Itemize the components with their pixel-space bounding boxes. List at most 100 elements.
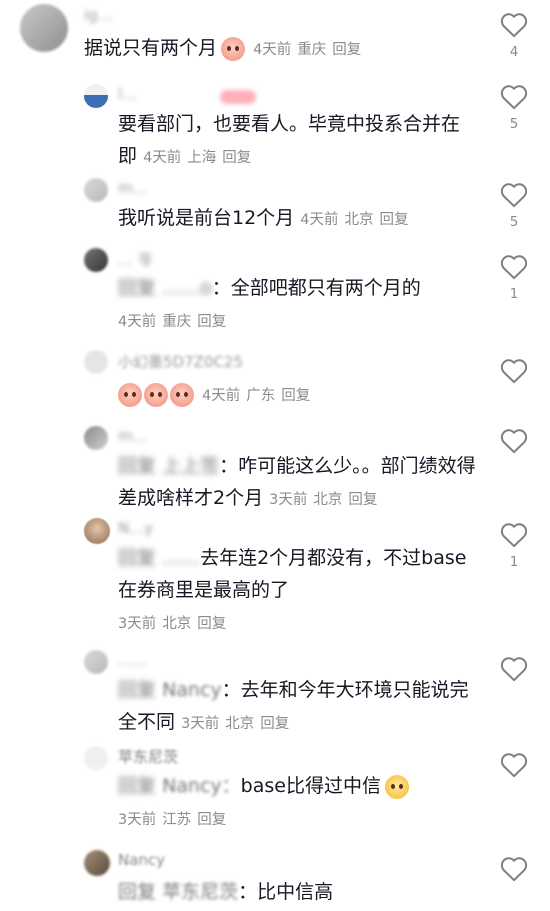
- blurred-badge: [220, 90, 256, 104]
- username[interactable]: m…: [118, 427, 148, 445]
- comment-text: 回复 ……o：全部吧都只有两个月的 4天前 重庆 回复: [118, 272, 498, 338]
- reply-prefix: 回复: [118, 455, 157, 477]
- username[interactable]: ……: [118, 651, 148, 669]
- time: 4天前: [253, 42, 292, 58]
- time: 3天前: [181, 716, 220, 732]
- avatar[interactable]: [84, 518, 110, 544]
- comment-body: base比得过中信: [240, 775, 381, 797]
- location: 广东: [246, 388, 276, 404]
- time: 3天前: [118, 812, 157, 828]
- smile-emoji-icon: [384, 774, 409, 799]
- reply-button[interactable]: 回复: [197, 616, 226, 632]
- username[interactable]: Nancy: [118, 851, 165, 869]
- like-heart-icon[interactable]: [500, 428, 528, 454]
- location: 上海: [187, 150, 217, 166]
- like-count: 5: [509, 116, 519, 132]
- comment-text: 回复 Nancy：去年和今年大环境只能说完全不同 3天前 北京 回复: [118, 674, 478, 740]
- reply-button[interactable]: 回复: [332, 42, 361, 58]
- username[interactable]: 小幻墨5D7Z0C25: [118, 351, 243, 372]
- mention[interactable]: Nancy: [162, 679, 222, 701]
- like-heart-icon[interactable]: [500, 358, 528, 384]
- reply-prefix: 回复: [118, 277, 157, 299]
- location: 重庆: [162, 314, 192, 330]
- like-count: 4: [509, 44, 519, 60]
- location: 北京: [313, 492, 343, 508]
- peach-emoji-icon: [170, 382, 194, 407]
- reply-button[interactable]: 回复: [197, 812, 226, 828]
- reply-prefix: 回复: [118, 775, 157, 797]
- location: 江苏: [162, 812, 192, 828]
- like-heart-icon[interactable]: [500, 182, 528, 208]
- comment-meta: 3天前 北京 回复: [269, 492, 377, 508]
- comment-body: 据说只有两个月: [84, 37, 218, 59]
- comment-text: 回复 ……去年连2个月都没有，不过base在券商里是最高的了 3天前 北京 回复: [118, 542, 478, 640]
- time: 4天前: [118, 314, 157, 330]
- time: 4天前: [202, 388, 241, 404]
- avatar[interactable]: [84, 178, 108, 202]
- username[interactable]: 苹东尼茨: [118, 746, 178, 767]
- mention[interactable]: Nancy：: [162, 775, 241, 797]
- comment-text: 回复 Nancy：base比得过中信 3天前 江苏 回复: [118, 770, 478, 836]
- avatar[interactable]: [84, 350, 108, 374]
- comment-meta: 4天前 上海 回复: [143, 150, 251, 166]
- comment-meta: 4天前 北京 回复: [300, 212, 408, 228]
- username[interactable]: N…y: [118, 519, 153, 537]
- mention[interactable]: 上上签: [162, 455, 219, 477]
- comment-text: 回复 上上签：咋可能这么少。。部门绩效得差成啥样才2个月 3天前 北京 回复: [118, 450, 478, 516]
- reply-button[interactable]: 回复: [260, 716, 289, 732]
- comment-meta: 4天前 广东 回复: [202, 388, 310, 404]
- time: 4天前: [300, 212, 339, 228]
- reply-button[interactable]: 回复: [222, 150, 251, 166]
- reply-prefix: 回复: [118, 881, 157, 903]
- username[interactable]: … 苓: [118, 249, 153, 270]
- like-heart-icon[interactable]: [500, 656, 528, 682]
- comment-meta: 4天前 重庆 回复: [253, 42, 361, 58]
- reply-button[interactable]: 回复: [348, 492, 377, 508]
- mention[interactable]: ……o: [162, 277, 212, 299]
- peach-emoji-icon: [118, 382, 142, 407]
- avatar[interactable]: [20, 4, 68, 52]
- reply-prefix: 回复: [118, 547, 157, 569]
- peach-emoji-icon: [144, 382, 168, 407]
- avatar[interactable]: [84, 84, 108, 108]
- username[interactable]: m…: [118, 179, 148, 197]
- avatar[interactable]: [84, 426, 108, 450]
- mention[interactable]: ……: [162, 547, 200, 569]
- like-count: 1: [509, 554, 519, 570]
- like-heart-icon[interactable]: [500, 12, 528, 38]
- reply-button[interactable]: 回复: [197, 314, 226, 330]
- time: 4天前: [143, 150, 182, 166]
- location: 北京: [344, 212, 374, 228]
- comment-body: ：比中信高: [238, 881, 334, 903]
- avatar[interactable]: [84, 650, 108, 674]
- avatar[interactable]: [84, 746, 108, 770]
- like-heart-icon[interactable]: [500, 752, 528, 778]
- comment-meta: 3天前 北京 回复: [118, 616, 226, 632]
- like-heart-icon[interactable]: [500, 84, 528, 110]
- location: 北京: [225, 716, 255, 732]
- comment-body: 我听说是前台12个月: [118, 207, 295, 229]
- comment-text: 4天前 广东 回复: [118, 378, 498, 412]
- comment-text: 我听说是前台12个月 4天前 北京 回复: [118, 202, 498, 236]
- reply-button[interactable]: 回复: [281, 388, 310, 404]
- reply-button[interactable]: 回复: [379, 212, 408, 228]
- location: 北京: [162, 616, 192, 632]
- like-count: 5: [509, 214, 519, 230]
- mention[interactable]: 苹东尼茨: [162, 881, 238, 903]
- username[interactable]: l…: [118, 85, 137, 103]
- username[interactable]: ig…: [84, 6, 113, 24]
- time: 3天前: [269, 492, 308, 508]
- comment-text: 要看部门，也要看人。毕竟中投系合并在即 4天前 上海 回复: [118, 108, 468, 174]
- comment-text: 据说只有两个月 4天前 重庆 回复: [84, 32, 464, 66]
- comment-meta: 3天前 江苏 回复: [118, 812, 226, 828]
- comment-meta: 3天前 北京 回复: [181, 716, 289, 732]
- like-count: 1: [509, 286, 519, 302]
- like-heart-icon[interactable]: [500, 856, 528, 882]
- like-heart-icon[interactable]: [500, 522, 528, 548]
- like-heart-icon[interactable]: [500, 254, 528, 280]
- comment-body: ：全部吧都只有两个月的: [211, 277, 421, 299]
- avatar[interactable]: [84, 850, 110, 876]
- avatar[interactable]: [84, 248, 108, 272]
- location: 重庆: [297, 42, 327, 58]
- time: 3天前: [118, 616, 157, 632]
